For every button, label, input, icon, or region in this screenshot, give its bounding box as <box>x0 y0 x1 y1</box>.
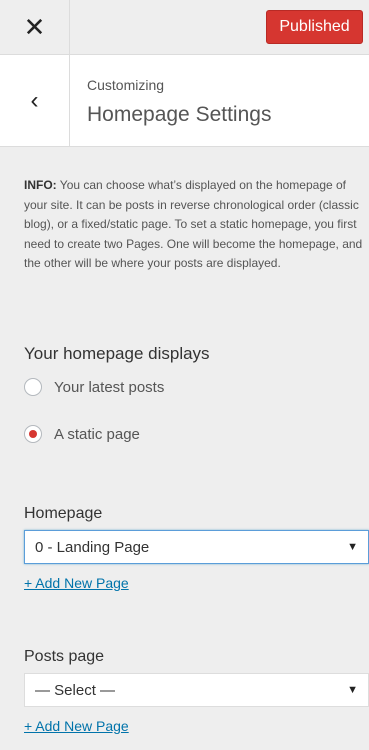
page-title: Homepage Settings <box>87 103 272 126</box>
info-description: INFO: You can choose what’s displayed on… <box>24 176 364 274</box>
radio-button[interactable] <box>24 378 42 396</box>
radio-latest-posts[interactable]: Your latest posts <box>24 378 164 396</box>
radio-label: A static page <box>54 425 140 443</box>
info-text: You can choose what’s displayed on the h… <box>24 178 363 270</box>
radio-label: Your latest posts <box>54 378 165 396</box>
posts-page-add-new-page-link[interactable]: + Add New Page <box>24 718 129 734</box>
radio-button[interactable] <box>24 425 42 443</box>
homepage-select-value: 0 - Landing Page <box>35 538 150 556</box>
breadcrumb: Customizing <box>87 77 165 93</box>
close-icon: ✕ <box>23 12 46 42</box>
homepage-add-new-page-link[interactable]: + Add New Page <box>24 575 129 591</box>
homepage-label: Homepage <box>24 505 103 522</box>
posts-page-label: Posts page <box>24 648 105 665</box>
caret-down-icon: ▼ <box>347 684 358 696</box>
close-button[interactable]: ✕ <box>0 0 70 55</box>
caret-down-icon: ▼ <box>347 541 358 553</box>
publish-button[interactable]: Published <box>266 10 363 44</box>
radio-static-page[interactable]: A static page <box>24 425 140 443</box>
section-header: ‹ Customizing Homepage Settings <box>0 55 369 147</box>
posts-page-select-value: — Select — <box>35 681 116 699</box>
chevron-left-icon: ‹ <box>30 87 39 114</box>
back-button[interactable]: ‹ <box>0 55 70 147</box>
top-bar: ✕ Published <box>0 0 369 55</box>
homepage-select[interactable]: 0 - Landing Page ▼ <box>24 530 369 564</box>
posts-page-select[interactable]: — Select — ▼ <box>24 673 369 707</box>
info-label: INFO: <box>24 178 57 192</box>
homepage-displays-title: Your homepage displays <box>24 344 210 363</box>
